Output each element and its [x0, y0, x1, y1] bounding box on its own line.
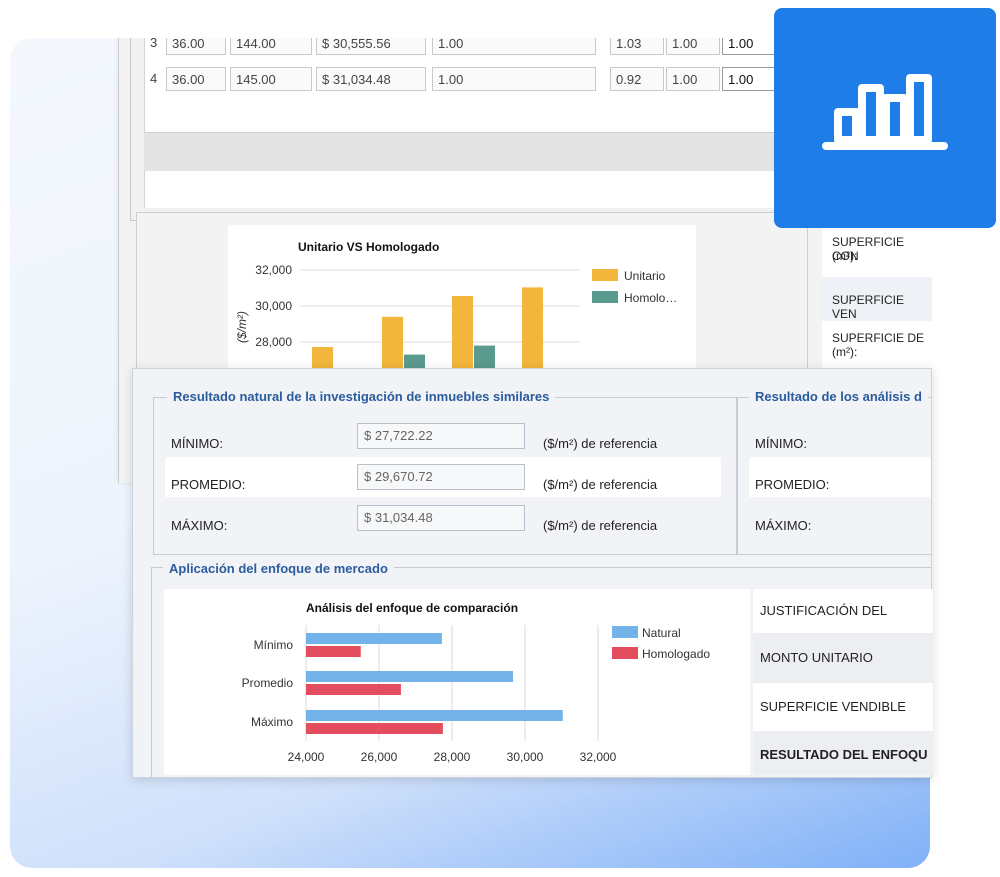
minimo-value[interactable]: $ 27,722.22 — [357, 423, 525, 449]
resultado-enfoque-label: RESULTADO DEL ENFOQU — [753, 731, 933, 775]
minimo-unit: ($/m²) de referencia — [543, 436, 658, 451]
legend-swatch-homologado — [592, 291, 618, 303]
comparison-analysis-chart: Análisis del enfoque de comparación Míni… — [164, 589, 750, 775]
cell-c1[interactable]: 36.00 — [166, 67, 226, 91]
cell-c5[interactable]: 1.03 — [610, 38, 664, 55]
justificacion-label: JUSTIFICACIÓN DEL MONTO — [753, 589, 933, 662]
x-tick-label: 32,000 — [580, 750, 617, 764]
analisis-maximo-label: MÁXIMO: — [755, 518, 812, 533]
promedio-value[interactable]: $ 29,670.72 — [357, 464, 525, 490]
bar-natural — [306, 671, 513, 682]
promedio-unit: ($/m²) de referencia — [543, 477, 658, 492]
row-index: 3 — [150, 38, 158, 50]
superficie-vendible-label: SUPERFICIE VENDIBLE (m²): — [753, 683, 933, 762]
chart1-ylabel: ($/m²) — [235, 311, 249, 343]
chart1-title: Unitario VS Homologado — [298, 240, 439, 254]
bar-unitario — [382, 316, 403, 375]
analisis-minimo-label: MÍNIMO: — [755, 436, 807, 451]
sup-vendible-label: SUPERFICIE VEN — [832, 293, 905, 321]
bar-chart-icon — [822, 74, 948, 150]
x-tick-label: 30,000 — [507, 750, 544, 764]
analisis-promedio-label: PROMEDIO: — [755, 477, 830, 492]
cell-c5[interactable]: 0.92 — [610, 67, 664, 91]
bar-homologado — [306, 723, 443, 734]
chart2-title: Análisis del enfoque de comparación — [306, 601, 518, 615]
legend-swatch-unitario — [592, 269, 618, 281]
minimo-label: MÍNIMO: — [171, 436, 223, 451]
natural-results-title: Resultado natural de la investigación de… — [167, 389, 556, 404]
cell-c3[interactable]: $ 30,555.56 — [316, 38, 426, 55]
cell-c2[interactable]: 145.00 — [230, 67, 312, 91]
cell-c6[interactable]: 1.00 — [666, 38, 720, 55]
cell-c4[interactable]: 1.00 — [432, 38, 596, 55]
mercado-title: Aplicación del enfoque de mercado — [163, 561, 394, 576]
analisis-title: Resultado de los análisis d — [749, 389, 928, 404]
legend-swatch — [612, 647, 638, 659]
sup-terreno-label: SUPERFICIE DE — [832, 331, 925, 345]
maximo-label: MÁXIMO: — [171, 518, 228, 533]
cell-c3[interactable]: $ 31,034.48 — [316, 67, 426, 91]
legend-label: Homologado — [642, 647, 710, 661]
cell-c2[interactable]: 144.00 — [230, 38, 312, 55]
promedio-label: PROMEDIO: — [171, 477, 246, 492]
monto-unitario-label: MONTO UNITARIO APLICABLE — [753, 633, 933, 715]
y-tick-label: 28,000 — [255, 335, 292, 349]
x-tick-label: 24,000 — [288, 750, 325, 764]
table-row: 4 36.00 145.00 $ 31,034.48 1.00 0.92 1.0… — [144, 64, 820, 96]
table-row: 3 36.00 144.00 $ 30,555.56 1.00 1.03 1.0… — [144, 38, 820, 60]
x-tick-label: 26,000 — [361, 750, 398, 764]
cell-c1[interactable]: 36.00 — [166, 38, 226, 55]
bar-natural — [306, 710, 563, 721]
sup-terreno-unit: (m²): — [832, 345, 858, 359]
table-footer — [144, 132, 820, 171]
cell-c4[interactable]: 1.00 — [432, 67, 596, 91]
y-tick-label: 30,000 — [255, 299, 292, 313]
legend-unitario: Unitario — [624, 269, 666, 283]
category-label: Máximo — [251, 715, 293, 729]
x-tick-label: 28,000 — [434, 750, 471, 764]
bar-homologado — [306, 684, 401, 695]
y-tick-label: 32,000 — [255, 263, 292, 277]
maximo-unit: ($/m²) de referencia — [543, 518, 658, 533]
legend-homologado: Homolo… — [624, 291, 677, 305]
maximo-value[interactable]: $ 31,034.48 — [357, 505, 525, 531]
row-index: 4 — [150, 71, 158, 86]
category-label: Mínimo — [254, 638, 294, 652]
bar-homologado — [306, 646, 361, 657]
legend-label: Natural — [642, 626, 681, 640]
cell-c6[interactable]: 1.00 — [666, 67, 720, 91]
chart1-svg: Unitario VS Homologado 32,000 30,000 28,00… — [235, 240, 677, 375]
sup-construida-unit: (m²): — [832, 249, 858, 263]
category-label: Promedio — [242, 676, 294, 690]
bar-natural — [306, 633, 442, 644]
legend-swatch — [612, 626, 638, 638]
chart2-svg: Análisis del enfoque de comparación Míni… — [242, 601, 711, 764]
bar-unitario — [452, 295, 473, 375]
bar-unitario — [522, 287, 543, 375]
chart-badge — [774, 8, 996, 228]
